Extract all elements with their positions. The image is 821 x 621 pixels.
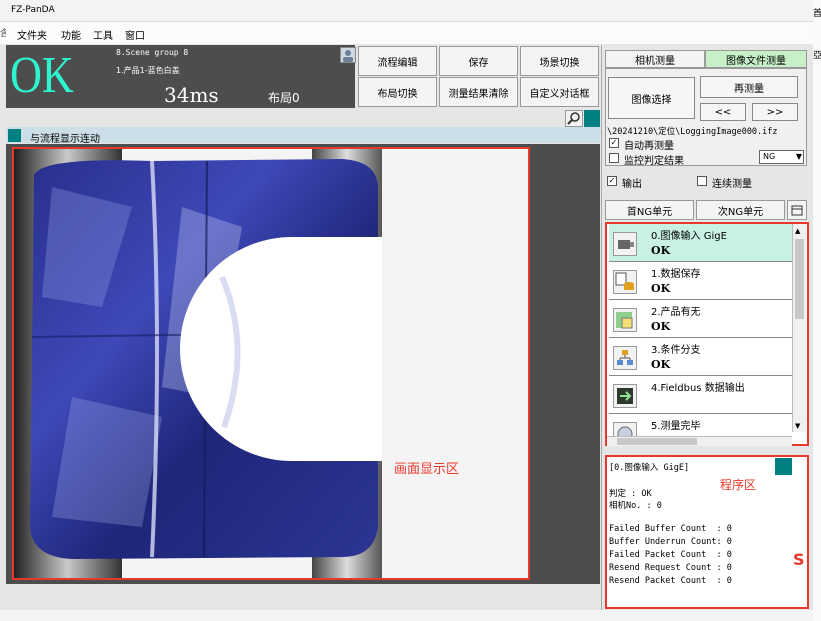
menu-function[interactable]: 功能 [61, 27, 81, 42]
desktop-edge-text-right: 首 [813, 9, 821, 18]
sync-label: 与流程显示连动 [30, 134, 100, 145]
flow-item-name: 3.条件分支 [651, 345, 701, 356]
flow-item-status: OK [651, 320, 671, 333]
user-icon[interactable] [340, 47, 356, 63]
clear-results-button[interactable]: 测量结果清除 [439, 77, 518, 107]
menu-folder[interactable]: 文件夹 [17, 27, 47, 42]
judgement-filter-select[interactable]: NG ▼ [759, 150, 804, 164]
flow-list-scrollbar[interactable]: ▲ ▼ [792, 224, 806, 432]
measure-time: 34ms [164, 83, 219, 107]
menu-bar: 文件夹 功能 工具 窗口 [0, 22, 813, 44]
flow-item-1[interactable]: 1.数据保存 OK [609, 262, 793, 300]
display-area-annotation: 画面显示区 [394, 462, 460, 477]
tab-image-file-measure[interactable]: 图像文件测量 [705, 50, 807, 68]
first-ng-button[interactable]: 首NG单元 [605, 200, 694, 220]
monitor-result-label: 监控判定结果 [624, 156, 684, 167]
continuous-label: 连续测量 [712, 179, 752, 190]
scene-name-label: 1.产品1-蓝色白盖 [116, 66, 180, 75]
desktop-background [813, 0, 821, 621]
detail-title: [0.图像输入 GigE] [609, 463, 690, 473]
zoom-icon[interactable] [565, 110, 583, 127]
next-ng-button[interactable]: 次NG单元 [696, 200, 785, 220]
detail-marker [775, 458, 792, 475]
desktop-edge-text: 含 [0, 29, 6, 39]
next-image-button[interactable]: >> [752, 103, 798, 121]
window-title: FZ-PanDA [11, 5, 55, 15]
flow-edit-button[interactable]: 流程编辑 [358, 46, 437, 76]
calendar-icon[interactable] [787, 200, 807, 220]
flow-item-status: OK [651, 358, 671, 371]
scroll-down-icon[interactable]: ▼ [795, 422, 800, 430]
judgement-filter-value: NG [763, 152, 776, 161]
database-icon [613, 270, 637, 294]
flow-item-name: 4.Fieldbus 数据输出 [651, 383, 745, 394]
detail-line: 相机No. : 0 [609, 501, 662, 511]
app-window: FZ-PanDA 文件夹 功能 工具 窗口 含 首 亞 OK 8.Scene g… [0, 0, 821, 621]
camera-icon [613, 232, 637, 256]
output-icon [613, 384, 637, 408]
layout-label: 布局0 [268, 91, 300, 105]
output-label: 输出 [622, 179, 642, 190]
output-checkbox[interactable]: ✓ [607, 176, 617, 186]
auto-remeasure-checkbox[interactable]: ✓ [609, 138, 619, 148]
program-area-annotation: 程序区 [720, 478, 757, 492]
status-strip [0, 610, 813, 621]
flow-item-name: 0.图像输入 GigE [651, 231, 727, 242]
layout-switch-button[interactable]: 布局切换 [358, 77, 437, 107]
remeasure-button[interactable]: 再测量 [700, 76, 798, 98]
flow-item-name: 5.测量完毕 [651, 421, 701, 432]
display-area-annotation-frame [12, 147, 530, 580]
branch-icon [613, 346, 637, 370]
search-shape-icon [613, 308, 637, 332]
image-select-button[interactable]: 图像选择 [608, 77, 695, 119]
scene-switch-button[interactable]: 场景切换 [520, 46, 599, 76]
flow-list: 0.图像输入 GigE OK 1.数据保存 OK 2.产品有无 OK 3.条件分… [605, 222, 809, 446]
chevron-down-icon: ▼ [795, 152, 802, 161]
detail-line: Failed Buffer Count : 0 [609, 524, 732, 534]
save-button[interactable]: 保存 [439, 46, 518, 76]
flow-list-hscrollbar[interactable] [607, 436, 792, 446]
detail-line: Failed Packet Count : 0 [609, 550, 732, 560]
floating-s-icon[interactable]: S [793, 550, 813, 570]
detail-line: Resend Packet Count : 0 [609, 576, 732, 586]
flow-item-3[interactable]: 3.条件分支 OK [609, 338, 793, 376]
desktop-edge-text-right-2: 亞 [813, 51, 821, 60]
scrollbar-thumb[interactable] [795, 239, 804, 319]
detail-line: Buffer Underrun Count: 0 [609, 537, 732, 547]
image-toolbar [6, 110, 600, 127]
scroll-up-icon[interactable]: ▲ [795, 227, 800, 235]
menu-window[interactable]: 窗口 [125, 27, 145, 42]
judgement-result: OK [10, 47, 74, 104]
prev-image-button[interactable]: << [700, 103, 746, 121]
detail-line: Resend Request Count : 0 [609, 563, 732, 573]
flow-item-name: 2.产品有无 [651, 307, 701, 318]
flow-item-2[interactable]: 2.产品有无 OK [609, 300, 793, 338]
image-file-path: \20241210\定位\LoggingImage000.ifz [607, 127, 778, 137]
judgement-panel: OK 8.Scene group 8 1.产品1-蓝色白盖 34ms 布局0 [6, 45, 356, 108]
scene-group-label: 8.Scene group 8 [116, 48, 189, 57]
flow-item-4[interactable]: 4.Fieldbus 数据输出 [609, 376, 793, 414]
flow-item-status: OK [651, 282, 671, 295]
title-bar: FZ-PanDA [0, 0, 813, 22]
hscrollbar-thumb[interactable] [617, 438, 697, 445]
continuous-checkbox[interactable] [697, 176, 707, 186]
tab-camera-measure[interactable]: 相机测量 [605, 50, 705, 68]
monitor-result-checkbox[interactable] [609, 153, 619, 163]
flow-item-0[interactable]: 0.图像输入 GigE OK [609, 224, 793, 262]
sync-marker-icon[interactable] [8, 129, 21, 142]
flow-item-status: OK [651, 244, 671, 257]
custom-dialog-button[interactable]: 自定义对话框 [520, 77, 599, 107]
auto-remeasure-label: 自动再测量 [624, 141, 674, 152]
flow-item-name: 1.数据保存 [651, 269, 701, 280]
detail-line: 判定 : OK [609, 489, 652, 499]
menu-tools[interactable]: 工具 [93, 27, 113, 42]
image-window-marker [584, 110, 600, 127]
